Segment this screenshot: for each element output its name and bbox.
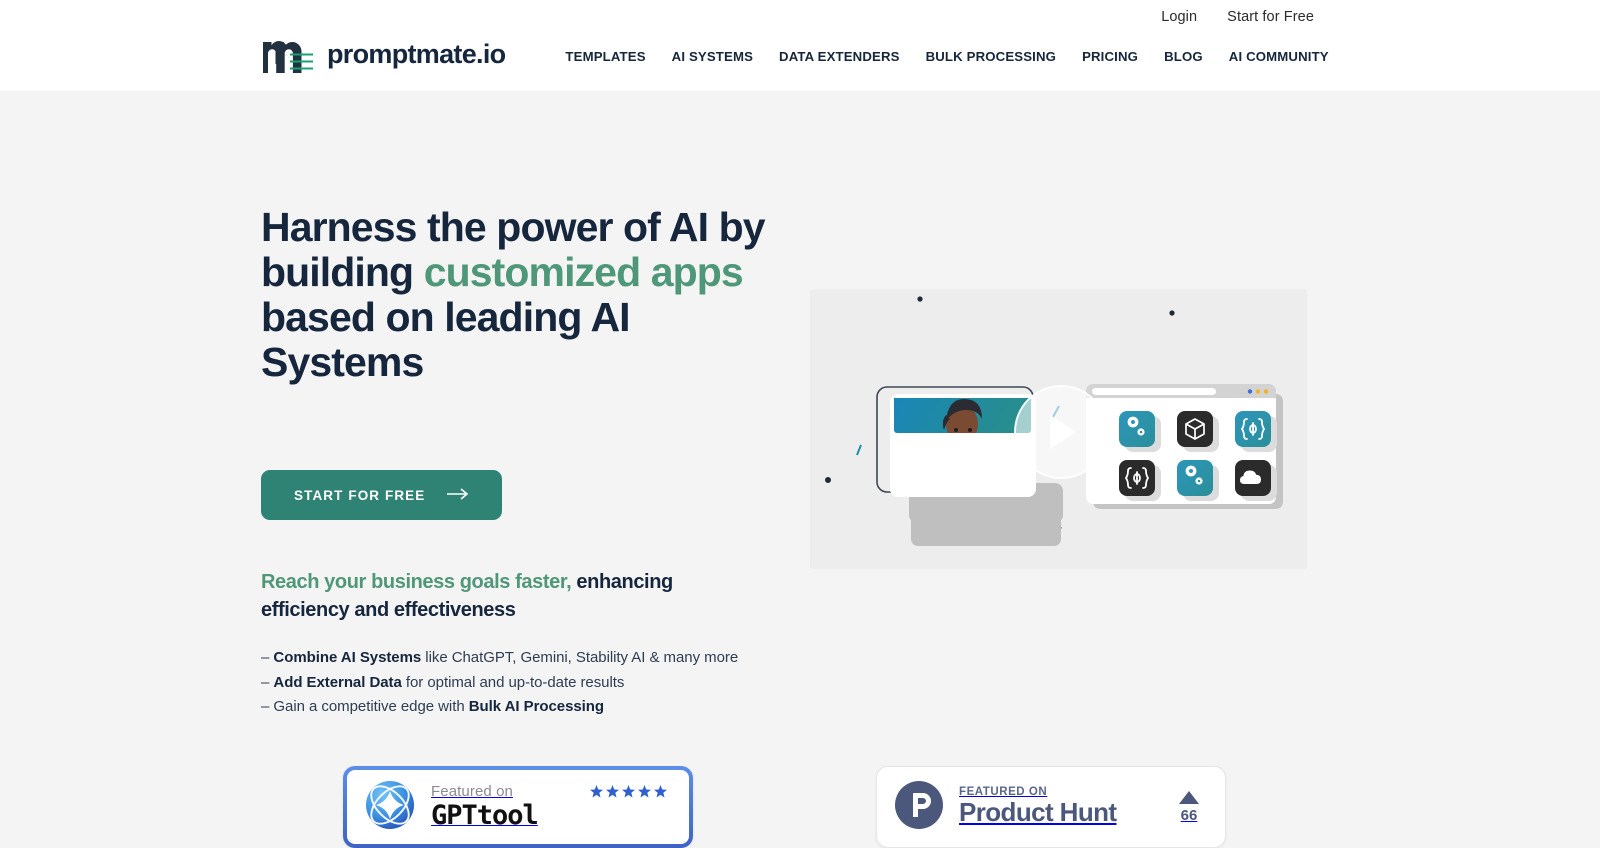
- gpttool-star-rating: [590, 785, 667, 798]
- site-header: Login Start for Free promptmate.io TEMPL…: [0, 0, 1600, 91]
- header-main-row: promptmate.io TEMPLATES AI SYSTEMS DATA …: [261, 33, 1337, 75]
- producthunt-name: Product Hunt: [959, 797, 1117, 827]
- star-icon: [654, 785, 667, 798]
- app-icon-tile: [1235, 411, 1271, 447]
- bullet-dash: –: [261, 698, 270, 715]
- upvote-triangle-icon: [1179, 790, 1199, 804]
- headline-line-3: based on leading AI Systems: [261, 294, 631, 385]
- window-dot: [1263, 389, 1269, 394]
- decor-dot: [917, 296, 923, 302]
- page-title: Harness the power of AI by building cust…: [261, 205, 781, 385]
- gpttool-logo-icon: [347, 778, 417, 837]
- bullet-bold: Combine AI Systems: [273, 649, 422, 666]
- decor-dot: [1169, 310, 1175, 316]
- bullet-text: like ChatGPT, Gemini, Stability AI & man…: [421, 649, 739, 666]
- hero-subheading: Reach your business goals faster, enhanc…: [261, 568, 691, 624]
- logo-wordmark: promptmate.io: [327, 38, 506, 69]
- nav-data-extenders[interactable]: DATA EXTENDERS: [771, 49, 908, 64]
- app-icon-tile: [1119, 411, 1155, 447]
- headline-line-1: Harness the power of AI by: [261, 204, 766, 250]
- main-nav: TEMPLATES AI SYSTEMS DATA EXTENDERS BULK…: [557, 44, 1336, 64]
- app-icon-tile: [1177, 411, 1213, 447]
- promptmate-m-logo-icon: [261, 33, 313, 75]
- list-item: – Gain a competitive edge with Bulk AI P…: [261, 695, 781, 720]
- nav-bulk-processing[interactable]: BULK PROCESSING: [918, 49, 1064, 64]
- app-icon-tile: [1235, 460, 1271, 496]
- producthunt-upvote: 66: [1179, 790, 1199, 824]
- utility-nav: Login Start for Free: [1161, 9, 1314, 25]
- star-icon: [622, 785, 635, 798]
- producthunt-text-block: FEATURED ON Product Hunt: [959, 786, 1179, 828]
- bullet-text: Gain a competitive edge with: [273, 698, 469, 715]
- hero-section: Harness the power of AI by building cust…: [0, 91, 1600, 848]
- gpttool-text-block: Featured on GPTtool: [431, 783, 689, 831]
- cta-label: START FOR FREE: [294, 487, 426, 503]
- list-item: – Combine AI Systems like ChatGPT, Gemin…: [261, 646, 781, 671]
- hero-video-thumbnail[interactable]: [810, 289, 1307, 569]
- nav-blog[interactable]: BLOG: [1156, 49, 1211, 64]
- site-logo[interactable]: promptmate.io: [261, 33, 506, 75]
- subheading-accent: Reach your business goals faster,: [261, 571, 572, 593]
- bullet-bold: Add External Data: [273, 673, 402, 691]
- start-for-free-button[interactable]: START FOR FREE: [261, 470, 503, 520]
- window-dot: [1255, 389, 1261, 394]
- decor-slash: [856, 444, 862, 456]
- nav-ai-systems[interactable]: AI SYSTEMS: [664, 49, 761, 64]
- headline-line-2-pre: building: [261, 249, 424, 295]
- producthunt-badge[interactable]: FEATURED ON Product Hunt 66: [876, 766, 1226, 848]
- start-for-free-link[interactable]: Start for Free: [1227, 9, 1314, 25]
- bullet-dash: –: [261, 673, 270, 691]
- star-icon: [590, 785, 603, 798]
- bullet-text: for optimal and up-to-date results: [401, 673, 625, 691]
- nav-pricing[interactable]: PRICING: [1074, 49, 1146, 64]
- play-button-icon: [1014, 385, 1108, 479]
- hero-feature-list: – Combine AI Systems like ChatGPT, Gemin…: [261, 646, 781, 720]
- login-link[interactable]: Login: [1161, 9, 1197, 25]
- star-icon: [638, 785, 651, 798]
- app-icon-tile: [1177, 460, 1213, 496]
- app-icon-tile: [1119, 460, 1155, 496]
- gpttool-featured-label: Featured on: [431, 783, 513, 800]
- list-item: – Add External Data for optimal and up-t…: [261, 671, 781, 696]
- producthunt-logo-icon: [877, 780, 943, 834]
- star-icon: [606, 785, 619, 798]
- arrow-right-icon: [447, 487, 469, 503]
- nav-ai-community[interactable]: AI COMMUNITY: [1221, 49, 1337, 64]
- gpttool-wordmark: GPTtool: [431, 800, 539, 831]
- decor-dot: [825, 477, 831, 483]
- bullet-bold: Bulk AI Processing: [468, 698, 605, 715]
- gpttool-top-row: Featured on: [431, 783, 689, 800]
- bullet-dash: –: [261, 649, 270, 666]
- hero-copy: Harness the power of AI by building cust…: [261, 205, 781, 720]
- badge-row: Featured on GPTtool FEATURED ON Product …: [0, 766, 1600, 848]
- window-dot: [1247, 389, 1253, 394]
- headline-accent: customized apps: [423, 249, 744, 295]
- nav-templates[interactable]: TEMPLATES: [557, 49, 653, 64]
- gpttool-badge[interactable]: Featured on GPTtool: [343, 766, 693, 848]
- producthunt-upvote-count: 66: [1180, 806, 1198, 824]
